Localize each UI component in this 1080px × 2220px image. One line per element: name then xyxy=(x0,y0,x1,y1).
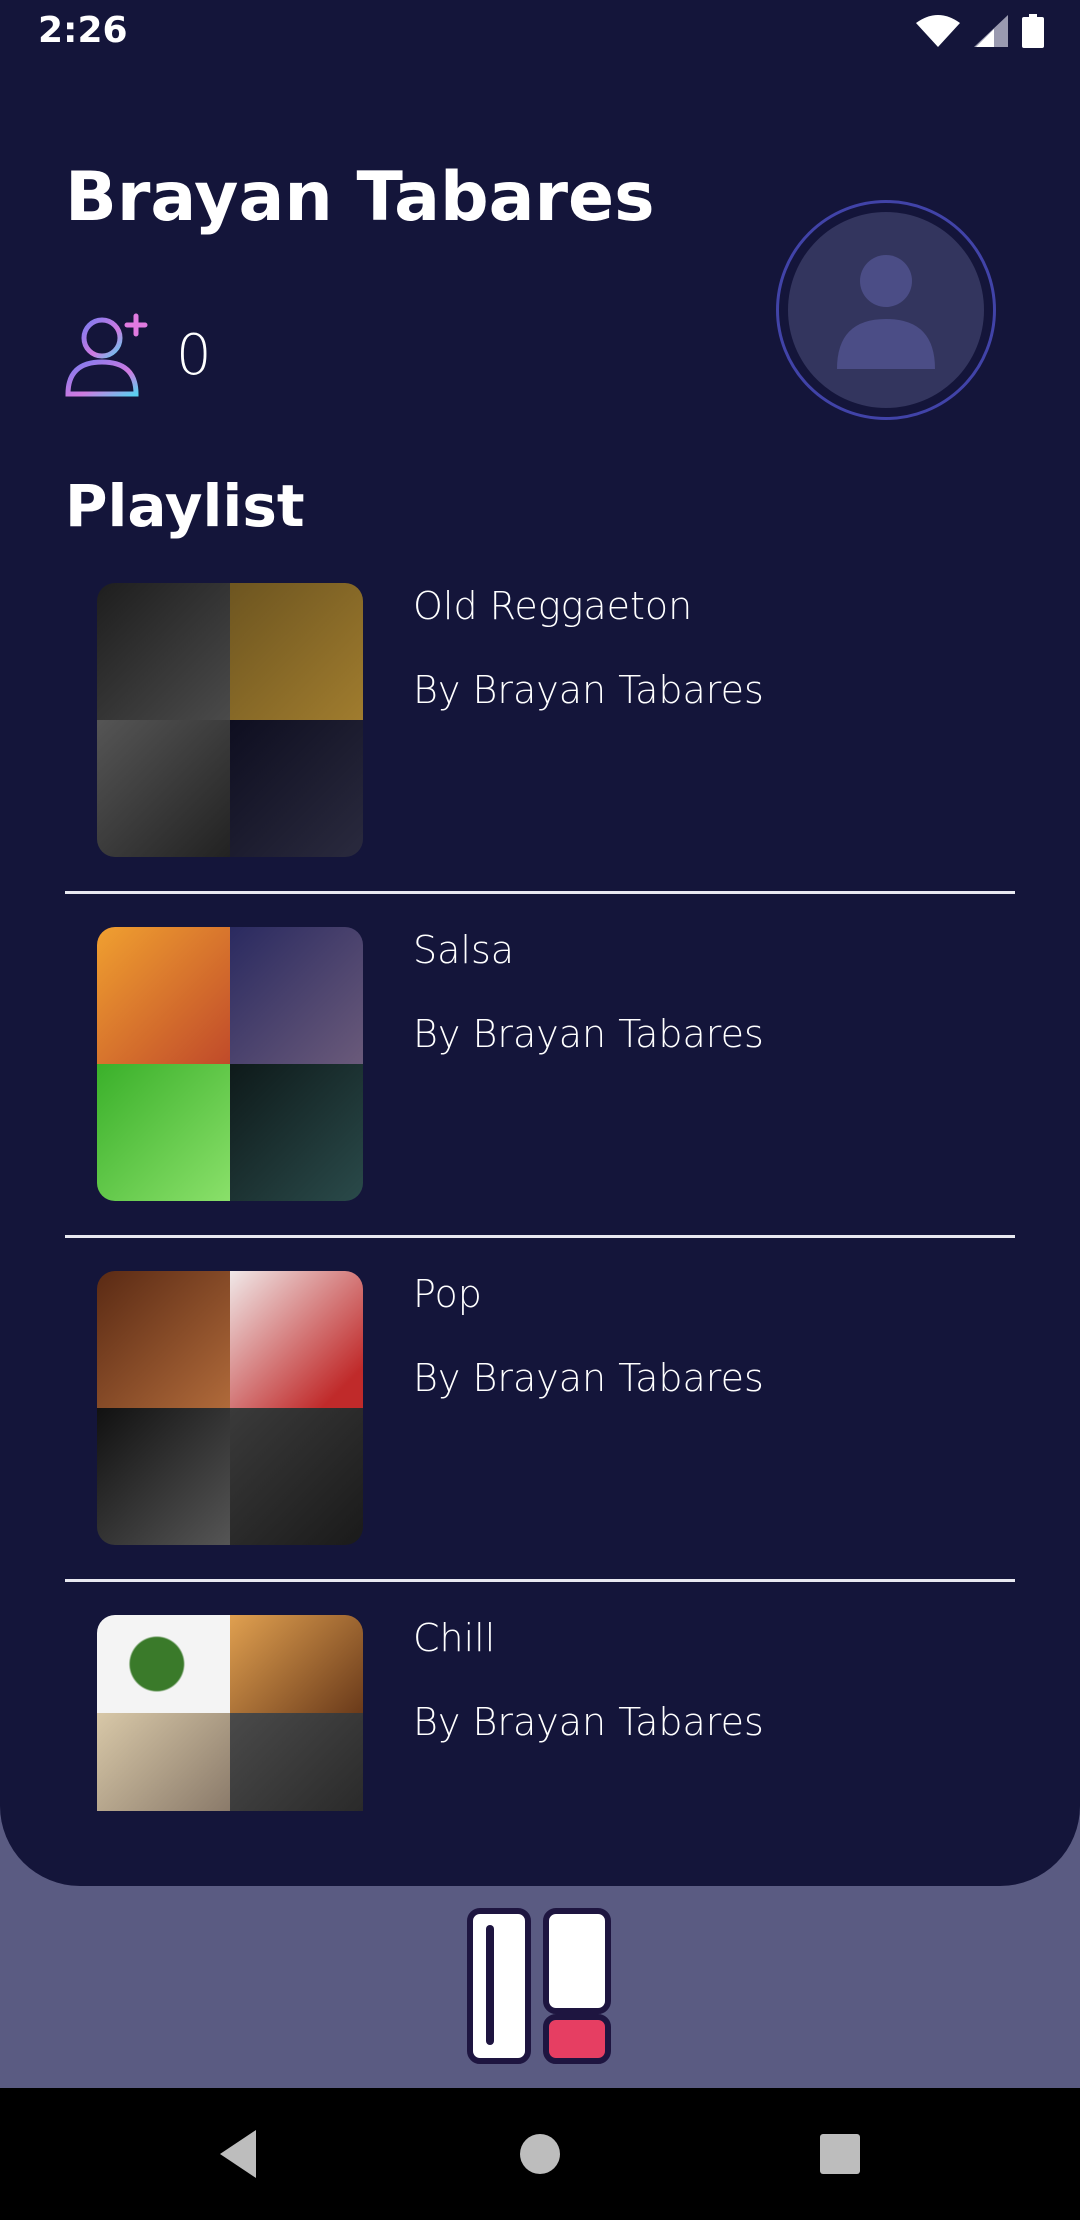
library-icon[interactable] xyxy=(466,1905,614,2065)
cover-tile xyxy=(230,720,363,857)
playlist-cover xyxy=(97,1271,363,1545)
battery-icon xyxy=(1022,14,1044,48)
status-icons xyxy=(916,14,1044,48)
playlist-author: By Brayan Tabares xyxy=(413,1356,764,1400)
playlist-title: Salsa xyxy=(413,928,515,972)
cover-tile xyxy=(97,1615,230,1713)
playlist-author: By Brayan Tabares xyxy=(413,1700,764,1744)
cover-tile xyxy=(97,1713,230,1811)
divider xyxy=(65,891,1015,894)
playlist-section-title: Playlist xyxy=(65,472,305,540)
playlist-list: Old Reggaeton By Brayan Tabares Salsa By… xyxy=(65,580,1015,1886)
user-placeholder-icon xyxy=(837,255,935,369)
add-friend-icon[interactable] xyxy=(62,310,154,400)
playlist-title: Chill xyxy=(413,1616,496,1660)
cover-tile xyxy=(97,927,230,1064)
cover-tile xyxy=(97,1064,230,1201)
playlist-author: By Brayan Tabares xyxy=(413,668,764,712)
cover-tile xyxy=(97,1271,230,1408)
cover-tile xyxy=(230,1408,363,1545)
wifi-icon xyxy=(916,15,960,47)
avatar-inner xyxy=(788,212,984,408)
playlist-item-old-reggaeton[interactable]: Old Reggaeton By Brayan Tabares xyxy=(65,580,1015,924)
playlist-item-salsa[interactable]: Salsa By Brayan Tabares xyxy=(65,924,1015,1268)
playlist-cover xyxy=(97,1615,363,1811)
playlist-cover xyxy=(97,583,363,857)
followers-row: 0 xyxy=(62,310,212,400)
profile-name: Brayan Tabares xyxy=(65,158,655,237)
cover-tile xyxy=(230,1271,363,1408)
home-icon[interactable] xyxy=(512,2126,568,2182)
recents-icon[interactable] xyxy=(812,2126,868,2182)
playlist-item-chill[interactable]: Chill By Brayan Tabares xyxy=(65,1612,1015,1886)
cover-tile xyxy=(230,927,363,1064)
profile-panel: 2:26 Brayan Tabares 0 Playlist Old Regga… xyxy=(0,0,1080,1886)
playlist-cover xyxy=(97,927,363,1201)
status-bar: 2:26 xyxy=(0,0,1080,68)
system-nav-bar xyxy=(0,2088,1080,2220)
back-icon[interactable] xyxy=(212,2126,268,2182)
playlist-author: By Brayan Tabares xyxy=(413,1012,764,1056)
avatar[interactable] xyxy=(776,200,996,420)
divider xyxy=(65,1235,1015,1238)
cover-tile xyxy=(230,1713,363,1811)
cover-tile xyxy=(97,720,230,857)
cover-tile xyxy=(230,1615,363,1713)
playlist-title: Old Reggaeton xyxy=(413,584,693,628)
cover-tile xyxy=(97,583,230,720)
playlist-item-pop[interactable]: Pop By Brayan Tabares xyxy=(65,1268,1015,1612)
cover-tile xyxy=(230,1064,363,1201)
signal-icon xyxy=(974,15,1008,47)
cover-tile xyxy=(230,583,363,720)
divider xyxy=(65,1579,1015,1582)
status-time: 2:26 xyxy=(38,10,128,51)
cover-tile xyxy=(97,1408,230,1545)
followers-count: 0 xyxy=(176,322,212,388)
playlist-title: Pop xyxy=(413,1272,482,1316)
